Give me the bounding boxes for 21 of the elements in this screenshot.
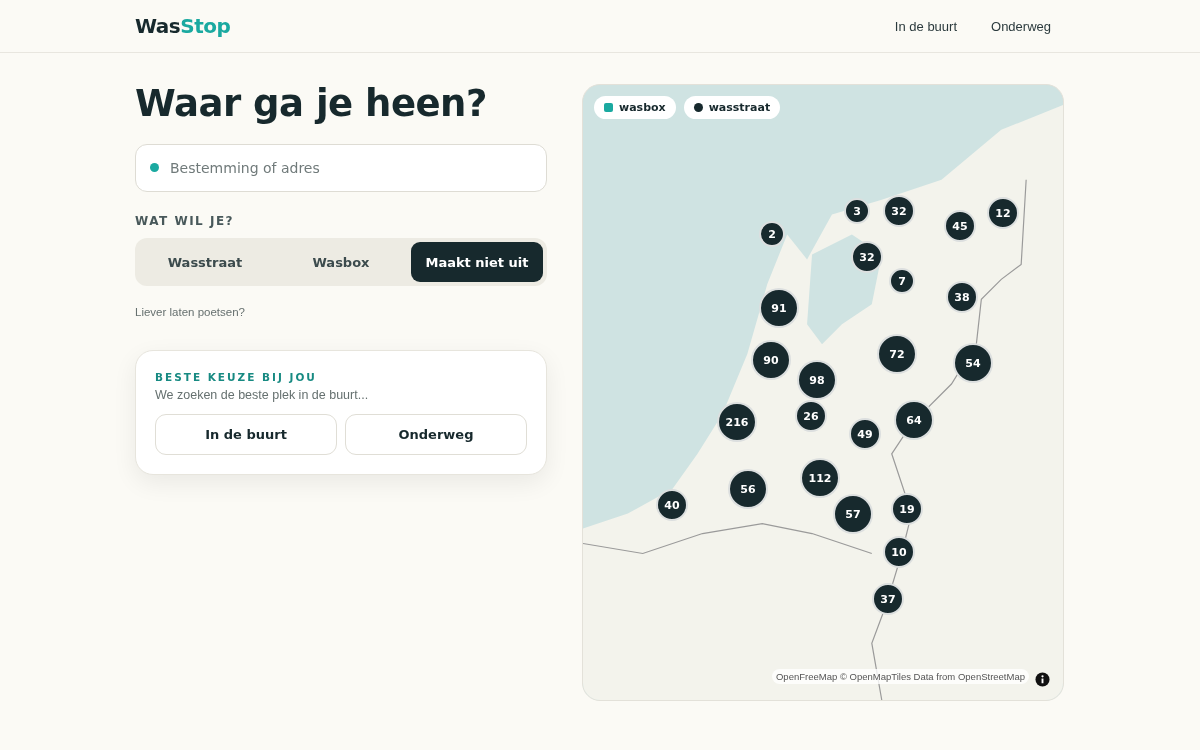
cluster-marker[interactable]: 2 [759, 221, 785, 247]
mode-button[interactable]: Onderweg [345, 414, 527, 455]
info-icon[interactable] [1035, 672, 1050, 687]
nav-link[interactable]: Onderweg [991, 18, 1051, 34]
nav-link[interactable]: In de buurt [894, 18, 957, 34]
page-title: Waar ga je heen? [135, 84, 488, 124]
map-attribution: OpenFreeMap © OpenMapTiles Data from OpenStreetMap [772, 669, 1029, 684]
map[interactable]: wasbox wasstraat 2 3 32 45 12 32 7 38 91 90 98 72 54 216 26 49 64 40 56 112 57 19 10 37 OpenFreeMap © OpenMapTiles Data from OpenStreetMap [582, 84, 1064, 701]
cluster-marker[interactable]: 3 [844, 198, 870, 224]
option-tab[interactable]: Wasbox [275, 242, 407, 282]
card-title: BESTE KEUZE BIJ JOU [155, 371, 318, 383]
legend-label: wasbox [619, 101, 666, 114]
section-label: WAT WIL JE? [135, 214, 236, 228]
logo[interactable]: WasStop [135, 14, 231, 38]
polish-link[interactable]: Liever laten poetsen? [135, 306, 547, 318]
mode-button[interactable]: In de buurt [155, 414, 337, 455]
legend-label: wasstraat [708, 101, 771, 114]
card-text: We zoeken de beste plek in de buurt... [155, 388, 370, 402]
option-tab[interactable]: Maakt niet uit [411, 242, 543, 282]
destination-field[interactable]: Bestemming of adres [135, 144, 547, 192]
option-tab[interactable]: Wasstraat [139, 242, 271, 282]
